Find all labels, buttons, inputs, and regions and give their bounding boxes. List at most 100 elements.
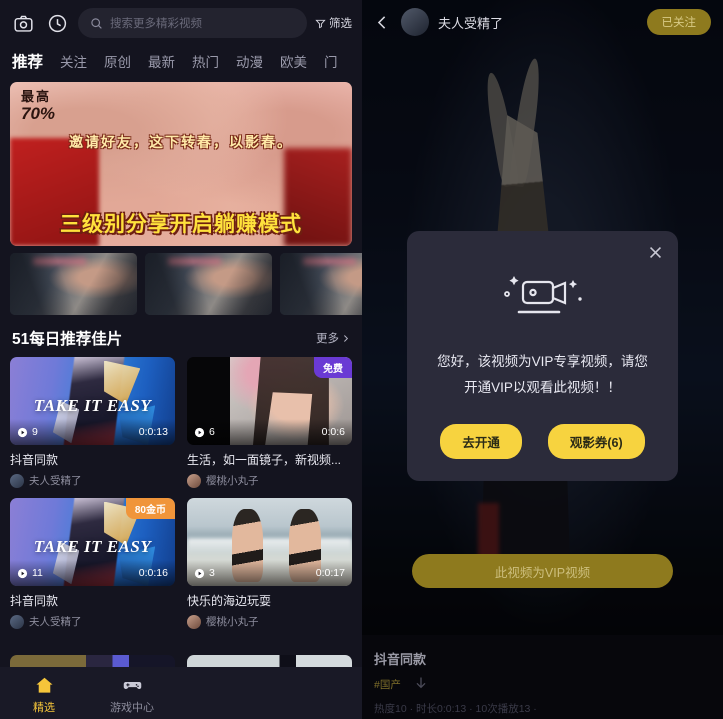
status-badge: 免费 [314,357,352,378]
play-count-value: 9 [32,426,38,438]
thumbnail-item[interactable] [10,253,137,315]
filter-button[interactable]: 筛选 [315,15,354,31]
dialog-message-line1: 您好，该视频为VIP专享视频，请您 [437,354,648,369]
author-name: 樱桃小丸子 [206,616,259,628]
video-title[interactable]: 抖音同款 [10,592,175,609]
search-placeholder: 搜索更多精彩视频 [110,18,202,30]
nav-label: 游戏中心 [110,701,154,714]
tab-following[interactable]: 关注 [60,51,87,71]
promo-banner[interactable]: 最高 70% 邀请好友，这下转春，以影春。 三级别分享开启躺赚模式 [10,82,352,246]
tab-newest[interactable]: 最新 [148,51,175,71]
follow-button[interactable]: 已关注 [646,9,711,35]
video-grid: TAKE IT EASY 9 0:0:13 抖音同款 夫人受精了 免费 6 0:… [0,357,362,629]
author-name: 樱桃小丸子 [206,475,259,487]
filter-label: 筛选 [329,18,352,30]
play-icon [17,568,28,578]
banner-top-text: 最高 70% [21,89,56,124]
subscribe-button[interactable]: 去开通 [440,424,522,460]
tab-overflow[interactable]: 门 [324,51,338,71]
video-thumbnail[interactable]: TAKE IT EASY 80金币 11 0:0:16 [10,498,175,586]
video-title[interactable]: 快乐的海边玩耍 [187,592,352,609]
chevron-left-icon [377,15,385,29]
avatar [187,614,201,629]
nav-label: 精选 [33,701,55,714]
play-count: 3 [194,567,215,579]
play-count-value: 3 [209,567,215,579]
video-tags: #国产 [374,676,711,692]
chevron-right-icon [344,334,349,342]
section-header: 51每日推荐佳片 更多 [0,315,362,357]
tab-western[interactable]: 欧美 [280,51,307,71]
vip-dialog: 您好，该视频为VIP专享视频，请您 开通VIP以观看此视频！！ 去开通 观影券(… [407,231,678,482]
status-badge: 80金币 [125,498,175,519]
nav-item-featured[interactable]: 精选 [0,675,88,715]
video-meta: 3 0:0:17 [187,560,352,586]
nav-item-game-center[interactable]: 游戏中心 [88,675,176,715]
play-count: 9 [17,426,38,438]
camera-icon[interactable] [10,10,36,36]
video-meta: 6 0:0:6 [187,419,352,445]
section-title: 51每日推荐佳片 [12,331,123,348]
thumbnail-strip[interactable] [10,253,362,315]
section-more-button[interactable]: 更多 [316,330,350,346]
video-title[interactable]: 生活，如一面镜子，新视频... [187,451,352,468]
video-meta: 9 0:0:13 [10,419,175,445]
video-card-partial[interactable] [187,655,352,667]
play-count-value: 11 [32,567,43,579]
vip-cta-button[interactable]: 此视频为VIP视频 [412,554,673,588]
home-icon [35,677,53,693]
play-count: 11 [17,567,43,579]
video-author[interactable]: 夫人受精了 [10,614,175,629]
gamepad-icon [123,681,141,689]
tag-label[interactable]: #国产 [374,677,401,692]
video-card[interactable]: 3 0:0:17 快乐的海边玩耍 樱桃小丸子 [187,498,352,629]
play-icon [194,427,205,437]
clock-icon[interactable] [44,10,70,36]
feed-panel: 搜索更多精彩视频 筛选 推荐 关注 原创 最新 热门 动漫 欧美 门 最高 70… [0,0,362,719]
video-thumbnail[interactable]: TAKE IT EASY 9 0:0:13 [10,357,175,445]
download-icon[interactable] [413,676,429,692]
video-card[interactable]: TAKE IT EASY 9 0:0:13 抖音同款 夫人受精了 [10,357,175,488]
bottom-nav: 精选 游戏中心 [0,667,362,719]
play-icon [194,568,205,578]
video-thumbnail[interactable]: 免费 6 0:0:6 [187,357,352,445]
video-title[interactable]: 抖音同款 [10,451,175,468]
section-more-label: 更多 [316,333,339,345]
search-icon [91,17,102,29]
tab-anime[interactable]: 动漫 [236,51,263,71]
dialog-actions: 去开通 观影券(6) [425,424,660,460]
author-name: 夫人受精了 [29,616,82,628]
video-card[interactable]: 免费 6 0:0:6 生活，如一面镜子，新视频... 樱桃小丸子 [187,357,352,488]
video-duration: 0:0:6 [321,426,345,438]
video-player-panel: 夫人受精了 已关注 此视频为VIP视频 您好，该视频为VIP专享视频，请您 开通… [362,0,723,719]
video-author[interactable]: 樱桃小丸子 [187,473,352,488]
funnel-icon [315,19,326,28]
video-author[interactable]: 樱桃小丸子 [187,614,352,629]
video-thumbnail[interactable]: 3 0:0:17 [187,498,352,586]
video-card-partial[interactable] [10,655,175,667]
tab-recommend[interactable]: 推荐 [12,50,43,72]
video-author[interactable]: 夫人受精了 [10,473,175,488]
tab-original[interactable]: 原创 [104,51,131,71]
back-button[interactable] [372,12,392,32]
avatar[interactable] [401,8,429,36]
close-icon[interactable] [646,243,664,261]
top-bar: 搜索更多精彩视频 筛选 [0,0,362,46]
banner-bottom-text: 三级别分享开启躺赚模式 [60,213,302,236]
video-stats: 热度10 · 时长0:0:13 · 10次播放13 · [374,703,537,715]
thumbnail-item[interactable] [145,253,272,315]
video-title: 抖音同款 [374,652,427,667]
video-card[interactable]: TAKE IT EASY 80金币 11 0:0:16 抖音同款 夫人受精了 [10,498,175,629]
author-name: 夫人受精了 [29,475,82,487]
banner-rate-value: 70% [21,104,56,124]
search-input[interactable]: 搜索更多精彩视频 [78,8,307,38]
ticket-button[interactable]: 观影券(6) [547,424,645,460]
avatar [187,473,201,488]
thumbnail-item[interactable] [280,253,362,315]
tab-hot[interactable]: 热门 [192,51,219,71]
video-info: 抖音同款 #国产 热度10 · 时长0:0:13 · 10次播放13 · [362,635,723,719]
dialog-message: 您好，该视频为VIP专享视频，请您 开通VIP以观看此视频！！ [425,349,660,400]
username[interactable]: 夫人受精了 [438,13,638,32]
video-duration: 0:0:13 [138,426,168,438]
player-header: 夫人受精了 已关注 [362,0,723,44]
